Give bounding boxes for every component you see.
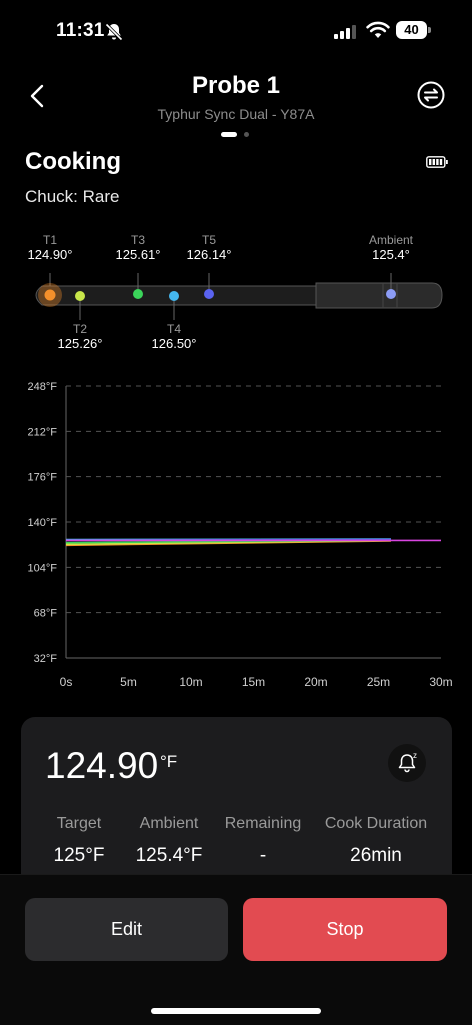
page-indicator [221, 132, 253, 138]
stat-duration-label: Cook Duration [324, 815, 428, 832]
y-tick-label: 104°F [28, 562, 58, 574]
x-tick-label: 25m [367, 675, 390, 689]
stat-ambient-label: Ambient [139, 815, 199, 832]
svg-text:z: z [413, 751, 417, 760]
x-tick-label: 0s [60, 675, 73, 689]
sensor-t4-dot [169, 291, 179, 301]
stat-duration-value: 26min [350, 845, 402, 866]
device-subtitle: Typhur Sync Dual - Y87A [157, 106, 315, 122]
sensor-t1-dot [44, 289, 56, 301]
stat-remaining-value: - [259, 845, 267, 866]
sensor-t1-label: T1 124.90° [27, 233, 73, 262]
stat-ambient-value: 125.4°F [135, 845, 203, 866]
stop-button[interactable]: Stop [243, 898, 447, 961]
sensor-ambient-dot [386, 289, 396, 299]
current-temperature: 124.90 [45, 745, 159, 786]
y-tick-label: 176°F [28, 472, 58, 484]
sensor-t4-label: T4 126.50° [151, 322, 197, 351]
alarm-button[interactable]: z [388, 744, 426, 782]
temperature-chart: 248°F 212°F 176°F 140°F 104°F 68°F 32°F0s 5m 10m… [28, 381, 453, 689]
bell-icon: z [398, 751, 417, 773]
sensor-t2-label: T2 125.26° [57, 322, 103, 351]
wifi-icon [366, 21, 390, 38]
cooking-status-title: Cooking [25, 148, 121, 175]
y-tick-label: 68°F [34, 608, 58, 620]
edit-button[interactable]: Edit [25, 898, 228, 961]
sensor-t2-dot [75, 291, 85, 301]
y-tick-label: 248°F [28, 381, 58, 393]
cut-doneness-label: Chuck: Rare [25, 187, 120, 206]
sensor-t3-dot [133, 289, 143, 299]
x-tick-label: 30m [429, 675, 452, 689]
temperature-unit: °F [160, 752, 178, 771]
page-title: Probe 1 [191, 72, 281, 99]
stat-target-label: Target [56, 815, 102, 832]
sensor-t5-dot [204, 289, 214, 299]
stat-remaining-label: Remaining [224, 815, 302, 832]
battery-level: 40 [396, 21, 427, 39]
sensor-t3-label: T3 125.61° [115, 233, 161, 262]
y-tick-label: 140°F [28, 517, 58, 529]
home-indicator[interactable] [151, 1008, 321, 1014]
sensor-t5-label: T5 126.14° [186, 233, 232, 262]
y-tick-label: 212°F [28, 426, 58, 438]
probe-battery-icon [426, 156, 448, 168]
cellular-signal-icon [334, 25, 356, 39]
x-tick-label: 10m [179, 675, 202, 689]
sensor-ambient-label: Ambient 125.4° [368, 233, 414, 262]
x-tick-label: 5m [120, 675, 137, 689]
x-tick-label: 15m [242, 675, 265, 689]
bell-off-icon [105, 23, 123, 41]
battery-indicator: 40 [396, 21, 432, 41]
switch-probe-button[interactable] [416, 80, 446, 110]
status-time: 11:31 [56, 20, 105, 41]
stat-target-value: 125°F [53, 845, 105, 866]
x-tick-label: 20m [304, 675, 327, 689]
y-tick-label: 32°F [34, 653, 58, 665]
